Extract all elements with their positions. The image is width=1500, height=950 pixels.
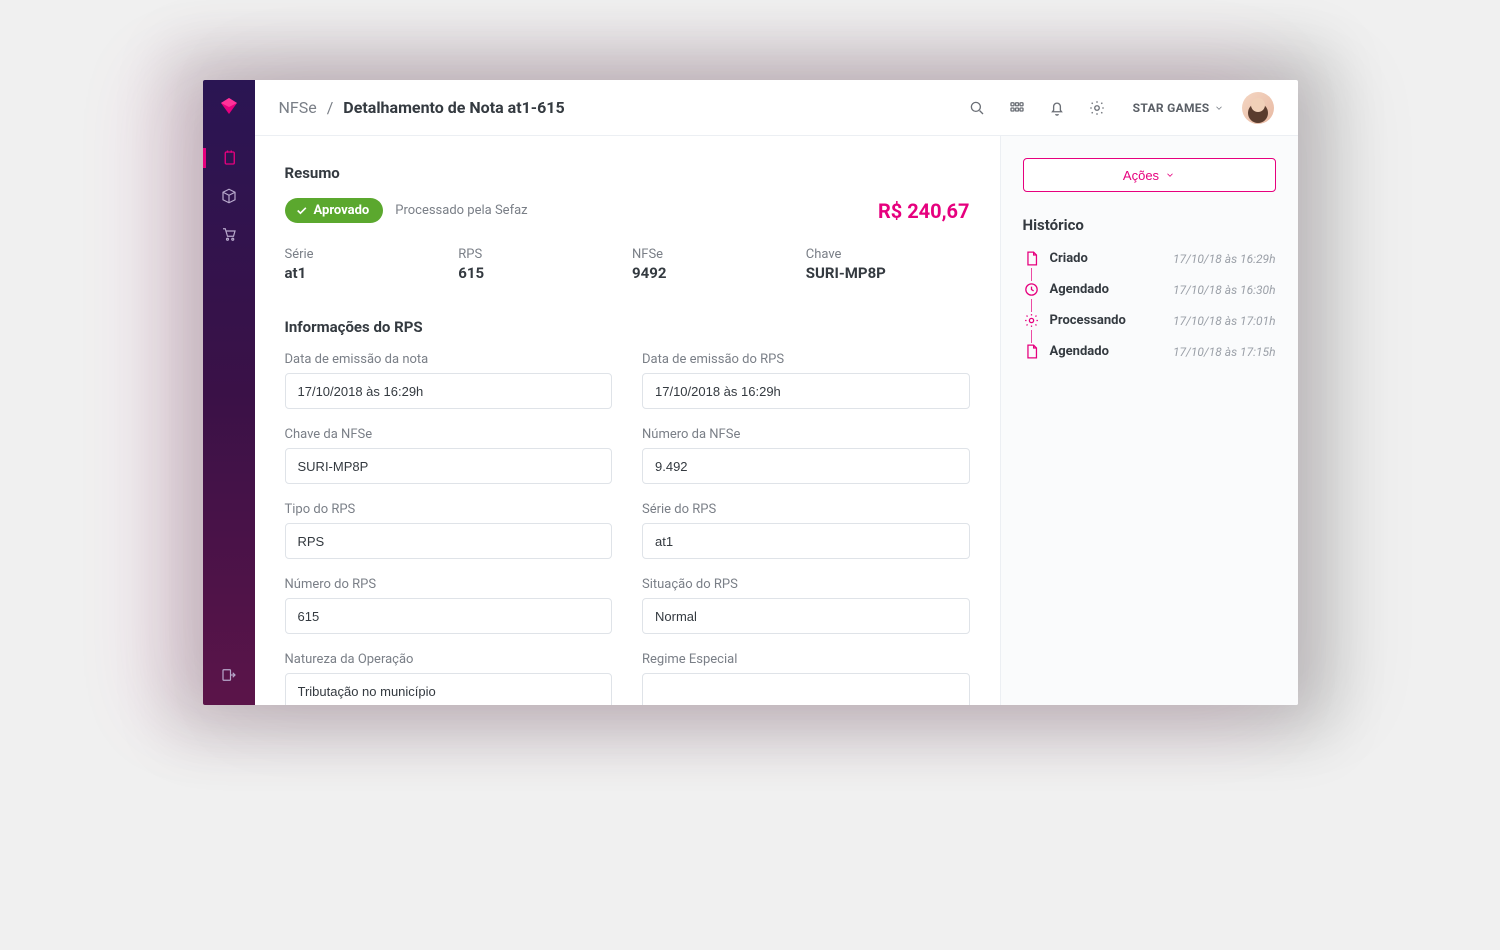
field-situacao-rps: Situação do RPS [642, 577, 970, 634]
avatar[interactable] [1242, 92, 1274, 124]
timeline-item: Processando 17/10/18 às 17:01h [1023, 312, 1276, 343]
field-label: Chave da NFSe [285, 427, 613, 442]
sidebar-item-cart[interactable] [213, 218, 245, 250]
emissao-nota-input[interactable] [285, 373, 613, 409]
summary-value: at1 [285, 264, 449, 282]
breadcrumb: NFSe / Detalhamento de Nota at1-615 [279, 98, 565, 117]
field-numero-rps: Número do RPS [285, 577, 613, 634]
field-natureza: Natureza da Operação [285, 652, 613, 705]
apps-icon[interactable] [999, 90, 1035, 126]
summary-value: 9492 [632, 264, 796, 282]
actions-label: Ações [1123, 168, 1159, 183]
app-window: NFSe / Detalhamento de Nota at1-615 STAR… [203, 80, 1298, 705]
field-numero-nfse: Número da NFSe [642, 427, 970, 484]
timeline-label: Agendado [1050, 344, 1109, 359]
chevron-down-icon [1214, 103, 1224, 113]
user-menu[interactable]: STAR GAMES [1133, 101, 1224, 115]
timeline-time: 17/10/18 às 17:01h [1173, 314, 1276, 328]
field-label: Situação do RPS [642, 577, 970, 592]
timeline-item: Criado 17/10/18 às 16:29h [1023, 250, 1276, 281]
form-grid: Data de emissão da nota Data de emissão … [285, 352, 970, 705]
field-chave-nfse: Chave da NFSe [285, 427, 613, 484]
sidebar-item-docs[interactable] [213, 142, 245, 174]
resumo-title: Resumo [285, 164, 970, 182]
actions-button[interactable]: Ações [1023, 158, 1276, 192]
breadcrumb-current: Detalhamento de Nota at1-615 [343, 98, 564, 117]
gear-icon[interactable] [1079, 90, 1115, 126]
search-icon[interactable] [959, 90, 995, 126]
field-label: Data de emissão da nota [285, 352, 613, 367]
file-icon [1023, 250, 1040, 267]
summary-value: SURI-MP8P [806, 264, 970, 282]
timeline: Criado 17/10/18 às 16:29h Agendado 17/10… [1023, 250, 1276, 374]
field-emissao-rps: Data de emissão do RPS [642, 352, 970, 409]
numero-rps-input[interactable] [285, 598, 613, 634]
summary-label: NFSe [632, 247, 796, 262]
field-label: Data de emissão do RPS [642, 352, 970, 367]
serie-rps-input[interactable] [642, 523, 970, 559]
clock-icon [1023, 281, 1040, 298]
timeline-item: Agendado 17/10/18 às 16:30h [1023, 281, 1276, 312]
bell-icon[interactable] [1039, 90, 1075, 126]
status-row: Aprovado Processado pela Sefaz R$ 240,67 [285, 198, 970, 223]
emissao-rps-input[interactable] [642, 373, 970, 409]
timeline-time: 17/10/18 às 16:30h [1173, 283, 1276, 297]
timeline-time: 17/10/18 às 17:15h [1173, 345, 1276, 359]
breadcrumb-root[interactable]: NFSe [279, 98, 317, 117]
historico-title: Histórico [1023, 216, 1276, 234]
summary-label: Série [285, 247, 449, 262]
timeline-label: Processando [1050, 313, 1126, 328]
body: Resumo Aprovado Processado pela Sefaz R$… [255, 136, 1298, 705]
logo [217, 94, 241, 118]
natureza-input[interactable] [285, 673, 613, 705]
field-regime: Regime Especial [642, 652, 970, 705]
right-panel: Ações Histórico Criado 17/10/18 às 16:29… [1000, 136, 1298, 705]
field-label: Regime Especial [642, 652, 970, 667]
summary-label: Chave [806, 247, 970, 262]
amount: R$ 240,67 [878, 199, 970, 223]
file-icon [1023, 343, 1040, 360]
status-text: Processado pela Sefaz [395, 203, 527, 218]
sidebar [203, 80, 255, 705]
status-badge-label: Aprovado [314, 203, 370, 218]
summary-rps: RPS 615 [458, 247, 622, 282]
rps-info-title: Informações do RPS [285, 318, 970, 336]
field-label: Número do RPS [285, 577, 613, 592]
topbar: NFSe / Detalhamento de Nota at1-615 STAR… [255, 80, 1298, 136]
field-label: Tipo do RPS [285, 502, 613, 517]
timeline-time: 17/10/18 às 16:29h [1173, 252, 1276, 266]
summary-nfse: NFSe 9492 [632, 247, 796, 282]
sidebar-item-logout[interactable] [213, 659, 245, 691]
main: NFSe / Detalhamento de Nota at1-615 STAR… [255, 80, 1298, 705]
user-label: STAR GAMES [1133, 101, 1210, 115]
timeline-item: Agendado 17/10/18 às 17:15h [1023, 343, 1276, 374]
summary-label: RPS [458, 247, 622, 262]
field-label: Natureza da Operação [285, 652, 613, 667]
breadcrumb-sep: / [327, 98, 334, 117]
regime-input[interactable] [642, 673, 970, 705]
chave-nfse-input[interactable] [285, 448, 613, 484]
gear-icon [1023, 312, 1040, 329]
tipo-rps-input[interactable] [285, 523, 613, 559]
sidebar-item-package[interactable] [213, 180, 245, 212]
summary-serie: Série at1 [285, 247, 449, 282]
field-serie-rps: Série do RPS [642, 502, 970, 559]
situacao-rps-input[interactable] [642, 598, 970, 634]
summary-value: 615 [458, 264, 622, 282]
summary-chave: Chave SURI-MP8P [806, 247, 970, 282]
field-tipo-rps: Tipo do RPS [285, 502, 613, 559]
timeline-label: Criado [1050, 251, 1088, 266]
check-icon [295, 204, 308, 217]
field-label: Número da NFSe [642, 427, 970, 442]
field-emissao-nota: Data de emissão da nota [285, 352, 613, 409]
numero-nfse-input[interactable] [642, 448, 970, 484]
timeline-label: Agendado [1050, 282, 1109, 297]
content: Resumo Aprovado Processado pela Sefaz R$… [255, 136, 1000, 705]
field-label: Série do RPS [642, 502, 970, 517]
chevron-down-icon [1165, 170, 1175, 180]
status-badge: Aprovado [285, 198, 384, 223]
summary-grid: Série at1 RPS 615 NFSe 9492 Chave SURI-M… [285, 247, 970, 282]
